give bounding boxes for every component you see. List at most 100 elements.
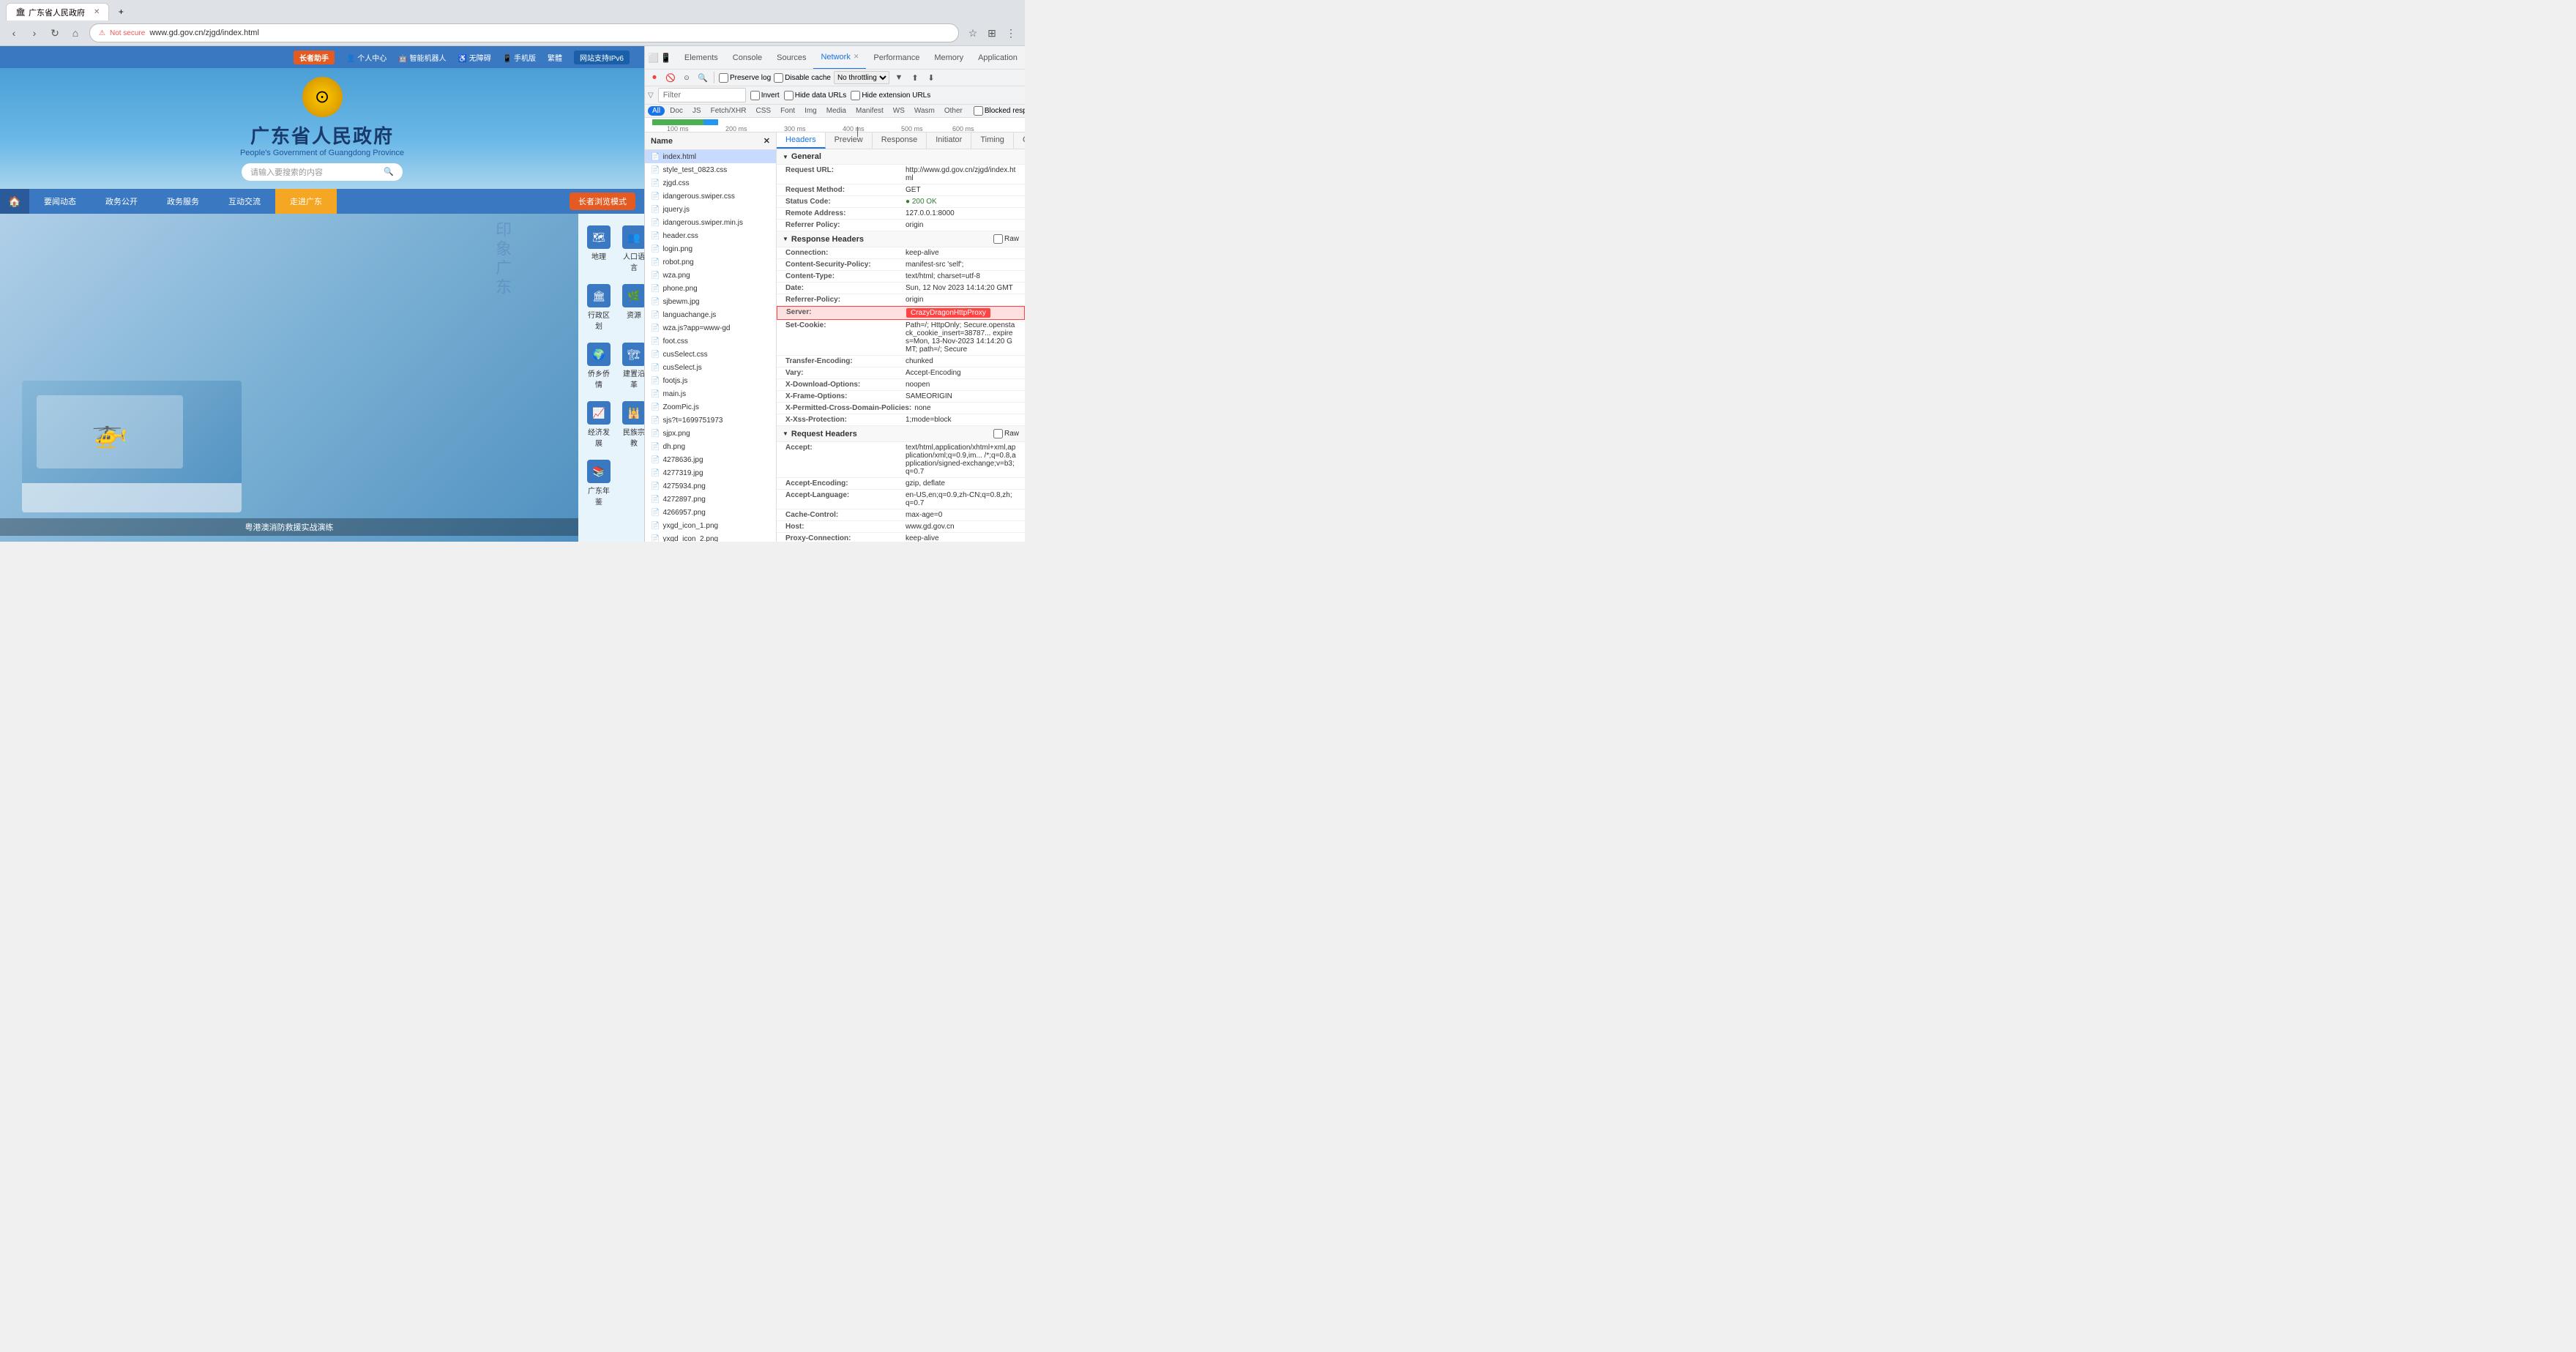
tab-performance[interactable]: Performance: [866, 46, 927, 70]
type-font[interactable]: Font: [776, 106, 799, 116]
bookmarks-btn[interactable]: ☆: [965, 25, 981, 41]
blocked-cookies-check[interactable]: Blocked response cookies: [974, 106, 1025, 116]
ai-robot-link[interactable]: 🤖 智能机器人: [398, 52, 446, 63]
export-btn[interactable]: ⬇: [925, 71, 938, 84]
file-jquery[interactable]: 📄 jquery.js: [645, 203, 776, 216]
file-phone-png[interactable]: 📄 phone.png: [645, 282, 776, 295]
nav-interaction[interactable]: 互动交流: [214, 189, 275, 214]
accessible-link[interactable]: ♿ 无障碍: [458, 52, 491, 63]
file-swiper-css[interactable]: 📄 idangerous.swiper.css: [645, 190, 776, 203]
hide-ext-urls-checkbox[interactable]: [851, 91, 860, 100]
fetch-btn[interactable]: ⊙: [680, 71, 693, 84]
type-css[interactable]: CSS: [752, 106, 776, 116]
req-raw-check[interactable]: Raw: [993, 429, 1019, 438]
menu-btn[interactable]: ⋮: [1003, 25, 1019, 41]
file-footjs[interactable]: 📄 footjs.js: [645, 374, 776, 387]
raw-checkbox[interactable]: [993, 234, 1003, 244]
file-main-js[interactable]: 📄 main.js: [645, 387, 776, 400]
file-4277319[interactable]: 📄 4277319.jpg: [645, 466, 776, 479]
hide-data-urls-checkbox[interactable]: [784, 91, 794, 100]
type-wasm[interactable]: Wasm: [910, 106, 939, 116]
file-login-png[interactable]: 📄 login.png: [645, 242, 776, 255]
type-js[interactable]: JS: [688, 106, 706, 116]
clear-btn[interactable]: 🚫: [664, 71, 677, 84]
devtools-device-icon[interactable]: 📱: [660, 53, 671, 63]
file-4266957[interactable]: 📄 4266957.png: [645, 506, 776, 519]
response-tab[interactable]: Response: [873, 132, 927, 149]
file-style-css[interactable]: 📄 style_test_0823.css: [645, 163, 776, 176]
new-tab-btn[interactable]: +: [112, 3, 130, 20]
throttle-select[interactable]: No throttling: [834, 71, 889, 84]
type-media[interactable]: Media: [822, 106, 851, 116]
file-dh-png[interactable]: 📄 dh.png: [645, 440, 776, 453]
initiator-tab[interactable]: Initiator: [927, 132, 971, 149]
file-yxgd-icon-1[interactable]: 📄 yxgd_icon_1.png: [645, 519, 776, 532]
req-raw-checkbox[interactable]: [993, 429, 1003, 438]
general-section-header[interactable]: ▼ General: [777, 149, 1025, 165]
extensions-btn[interactable]: ⊞: [984, 25, 1000, 41]
search-network-btn[interactable]: 🔍: [696, 71, 709, 84]
sidebar-item-history[interactable]: 🏗 建置沿革: [619, 340, 644, 392]
hide-ext-urls-check[interactable]: Hide extension URLs: [851, 91, 930, 100]
search-icon[interactable]: 🔍: [384, 167, 394, 176]
type-img[interactable]: Img: [800, 106, 821, 116]
type-all[interactable]: All: [648, 106, 665, 116]
type-ws[interactable]: WS: [889, 106, 909, 116]
sidebar-item-ethnic[interactable]: 🕌 民族宗教: [619, 398, 644, 451]
tab-network[interactable]: Network ✕: [813, 46, 866, 70]
disable-cache-checkbox[interactable]: [774, 73, 783, 83]
file-sjbewm-jpg[interactable]: 📄 sjbewm.jpg: [645, 295, 776, 308]
sidebar-item-economy[interactable]: 📈 经济发展: [584, 398, 613, 451]
sidebar-item-districts[interactable]: 🏛 行政区划: [584, 281, 613, 334]
file-zjgd-css[interactable]: 📄 zjgd.css: [645, 176, 776, 190]
sidebar-item-geography[interactable]: 🗺 地理: [584, 223, 613, 275]
nav-gov-service[interactable]: 政务服务: [152, 189, 214, 214]
type-doc[interactable]: Doc: [665, 106, 687, 116]
sidebar-item-population[interactable]: 👥 人口语言: [619, 223, 644, 275]
tab-console[interactable]: Console: [725, 46, 769, 70]
file-zoompic-js[interactable]: 📄 ZoomPic.js: [645, 400, 776, 414]
request-section-header[interactable]: ▼ Request Headers Raw: [777, 426, 1025, 442]
tab-application[interactable]: Application: [971, 46, 1025, 70]
raw-check[interactable]: Raw: [993, 234, 1019, 244]
tab-memory[interactable]: Memory: [927, 46, 971, 70]
import-btn[interactable]: ⬆: [908, 71, 922, 84]
back-button[interactable]: ‹: [6, 25, 22, 41]
timing-tab[interactable]: Timing: [971, 132, 1014, 149]
file-wza-js[interactable]: 📄 wza.js?app=www-gd: [645, 321, 776, 335]
tab-sources[interactable]: Sources: [769, 46, 813, 70]
file-4272897[interactable]: 📄 4272897.png: [645, 493, 776, 506]
file-yxgd-icon-2[interactable]: 📄 yxgd_icon_2.png: [645, 532, 776, 542]
sidebar-item-overseas[interactable]: 🌍 侨乡侨情: [584, 340, 613, 392]
close-file-list-btn[interactable]: ✕: [764, 136, 770, 146]
type-fetch[interactable]: Fetch/XHR: [706, 106, 751, 116]
tab-elements[interactable]: Elements: [677, 46, 725, 70]
address-bar[interactable]: ⚠ Not secure www.gd.gov.cn/zjgd/index.ht…: [89, 23, 959, 42]
file-robot-png[interactable]: 📄 robot.png: [645, 255, 776, 269]
type-manifest[interactable]: Manifest: [851, 106, 888, 116]
network-tab-close[interactable]: ✕: [854, 53, 859, 61]
preview-tab[interactable]: Preview: [826, 132, 873, 149]
traditional-link[interactable]: 繁體: [548, 52, 562, 63]
tab-close[interactable]: ✕: [94, 8, 100, 16]
site-search-bar[interactable]: 请输入要搜索的内容 🔍: [242, 163, 403, 181]
file-cusselect-css[interactable]: 📄 cusSelect.css: [645, 348, 776, 361]
elder-assistant-btn[interactable]: 长者助手: [294, 51, 335, 64]
type-other[interactable]: Other: [940, 106, 967, 116]
preserve-log-checkbox[interactable]: [719, 73, 728, 83]
blocked-cookies-checkbox[interactable]: [974, 106, 983, 116]
preserve-log-check[interactable]: Preserve log: [719, 73, 771, 83]
file-sjpx-png[interactable]: 📄 sjpx.png: [645, 427, 776, 440]
personal-center-link[interactable]: 👤 个人中心: [346, 52, 387, 63]
filter-input[interactable]: [658, 88, 746, 102]
mobile-link[interactable]: 📱 手机版: [503, 52, 536, 63]
invert-check[interactable]: Invert: [750, 91, 780, 100]
forward-button[interactable]: ›: [26, 25, 42, 41]
sidebar-item-yearbook[interactable]: 📚 广东年鉴: [584, 457, 613, 509]
file-index-html[interactable]: 📄 index.html: [645, 150, 776, 163]
file-swiper-min-js[interactable]: 📄 idangerous.swiper.min.js: [645, 216, 776, 229]
sidebar-item-resources[interactable]: 🌿 资源: [619, 281, 644, 334]
file-foot-css[interactable]: 📄 foot.css: [645, 335, 776, 348]
throttle-settings-btn[interactable]: ▼: [892, 71, 906, 84]
file-wza-png[interactable]: 📄 wza.png: [645, 269, 776, 282]
